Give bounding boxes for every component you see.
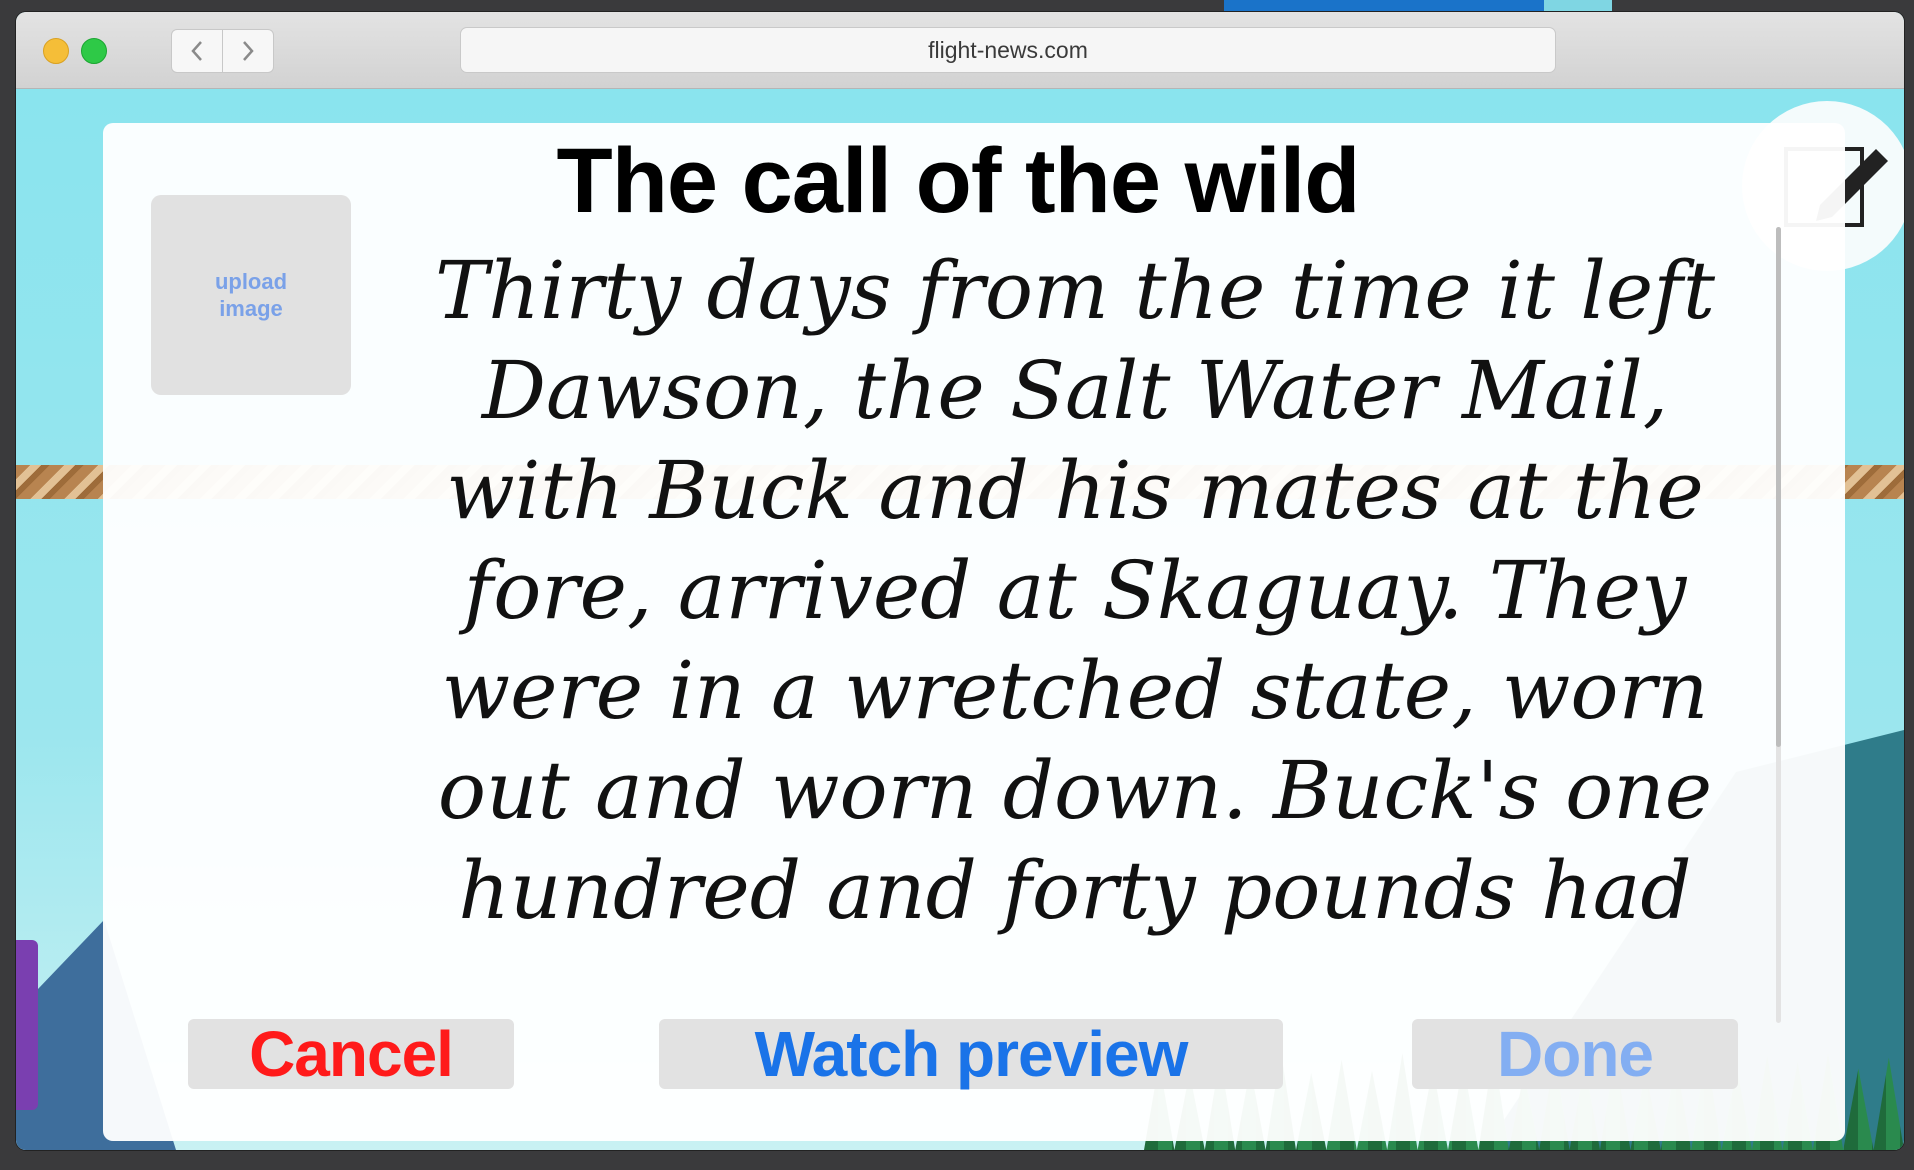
zoom-window-button[interactable] [81, 38, 107, 64]
upload-label-line2: image [219, 296, 283, 321]
upload-image-label: upload image [215, 268, 287, 322]
address-bar-url: flight-news.com [928, 36, 1088, 63]
forward-button[interactable] [222, 29, 274, 73]
browser-window: flight-news.com The call of the wild upl… [16, 12, 1904, 1150]
done-button[interactable]: Done [1412, 1018, 1738, 1090]
upload-label-line1: upload [214, 269, 288, 294]
cancel-button[interactable]: Cancel [188, 1018, 514, 1090]
desktop-background-tab-2 [1544, 0, 1612, 12]
address-bar[interactable]: flight-news.com [460, 27, 1556, 73]
upload-image-button[interactable]: upload image [151, 195, 351, 395]
story-scrollbar-thumb[interactable] [1776, 227, 1781, 747]
story-scrollbar[interactable] [1776, 227, 1781, 1023]
browser-titlebar: flight-news.com [16, 12, 1904, 89]
desktop-background-tab [1224, 0, 1544, 12]
story-text-area[interactable]: Thirty days from the time it left Dawson… [403, 241, 1747, 1069]
side-panel-edge [16, 940, 38, 1110]
minimize-window-button[interactable] [43, 38, 69, 64]
story-editor-modal: The call of the wild upload image Thirty… [103, 123, 1845, 1141]
back-button[interactable] [171, 29, 223, 73]
watch-preview-button[interactable]: Watch preview [659, 1018, 1283, 1090]
chevron-right-icon [243, 41, 254, 61]
chevron-left-icon [191, 41, 202, 61]
